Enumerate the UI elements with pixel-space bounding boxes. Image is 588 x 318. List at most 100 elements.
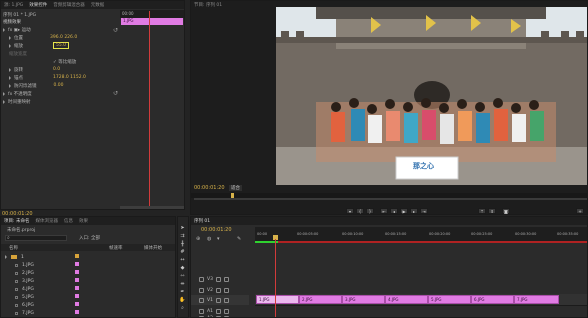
column-name[interactable]: 名称 (9, 245, 18, 251)
mark-in-button[interactable]: ▾ (346, 208, 354, 214)
project-search-input[interactable] (5, 235, 67, 241)
razor-tool-icon[interactable]: ◆ (179, 265, 186, 271)
list-item[interactable]: 4.JPG (15, 285, 34, 293)
tab-effects[interactable]: 效果 (79, 218, 88, 224)
track-header-a2[interactable]: A2 (191, 313, 249, 317)
effect-row-anchor[interactable]: 锚点 1728.0 1152.0 (9, 74, 86, 81)
timeline-clip[interactable]: 2.JPG (299, 295, 342, 304)
effect-row-time-remap[interactable]: 时间重映射 (3, 98, 31, 105)
expand-triangle-icon[interactable] (9, 75, 11, 80)
toggle-output-icon[interactable] (215, 276, 221, 282)
step-back-button[interactable]: ◂ (390, 208, 398, 214)
label-color-swatch[interactable] (75, 286, 79, 290)
extract-button[interactable]: ⇞ (488, 208, 496, 214)
timeline-clip[interactable]: 5.JPG (428, 295, 471, 304)
tab-project[interactable]: 项目: 未命名 (4, 218, 29, 224)
lock-icon[interactable] (199, 287, 204, 293)
track-header-v3[interactable]: V3 (191, 274, 249, 284)
reset-icon[interactable]: ↺ (113, 90, 118, 97)
play-button[interactable]: ▶ (400, 208, 408, 214)
button-editor[interactable]: + (576, 208, 584, 214)
go-to-in-button[interactable]: ⇤ (380, 208, 388, 214)
reset-icon[interactable]: ↺ (113, 27, 118, 34)
export-frame-button[interactable]: ◙ (502, 208, 510, 214)
mark-out-button[interactable]: { (356, 208, 364, 214)
track-select-tool-icon[interactable]: ⇉ (179, 233, 186, 239)
label-color-swatch[interactable] (75, 310, 79, 314)
ripple-edit-tool-icon[interactable]: ╫ (179, 241, 186, 247)
project-bin[interactable]: 1 (5, 253, 24, 261)
list-item[interactable]: 6.JPG (15, 301, 34, 309)
list-item[interactable]: 7.JPG (15, 309, 34, 317)
effect-row-position[interactable]: 位置 396.0 226.0 (9, 34, 77, 41)
slip-tool-icon[interactable]: ⇿ (179, 273, 186, 279)
add-marker-icon[interactable]: ▾ (217, 236, 220, 242)
expand-triangle-icon[interactable] (9, 35, 11, 40)
linked-selection-icon[interactable]: ◍ (207, 236, 211, 242)
label-color-swatch[interactable] (75, 302, 79, 306)
slide-tool-icon[interactable]: ⇹ (179, 281, 186, 287)
effect-mini-ruler[interactable]: 00:00 (120, 10, 184, 18)
track-header-v1[interactable]: V1 (191, 295, 249, 305)
zoom-tool-icon[interactable]: ⌕ (179, 305, 186, 311)
mark-out-button-2[interactable]: } (366, 208, 374, 214)
timeline-clip[interactable]: 6.JPG (471, 295, 514, 304)
label-color-swatch[interactable] (75, 254, 79, 258)
tab-info[interactable]: 信息 (64, 218, 73, 224)
effect-row-uniform-scale[interactable]: ✓ 等比缩放 (53, 58, 76, 65)
eye-icon[interactable] (223, 297, 229, 303)
timeline-timecode[interactable]: 00:00:01:20 (201, 227, 232, 233)
rolling-edit-tool-icon[interactable]: # (179, 249, 186, 255)
effect-row-rotation[interactable]: 旋转 0.0 (9, 66, 60, 73)
snap-icon[interactable]: ⊕ (196, 236, 200, 242)
effect-row-opacity[interactable]: fx 不透明度 (3, 90, 32, 97)
expand-triangle-icon[interactable] (3, 99, 5, 104)
lock-icon[interactable] (199, 276, 204, 282)
expand-triangle-icon[interactable] (9, 83, 11, 88)
rate-stretch-tool-icon[interactable]: ↔ (179, 257, 186, 263)
list-item[interactable]: 5.JPG (15, 293, 34, 301)
tab-audio-mixer[interactable]: 音频剪辑混合器 (53, 2, 85, 8)
effect-mini-clip[interactable]: 1.JPG (121, 18, 183, 25)
program-fit-select[interactable]: 适合 (229, 185, 242, 191)
label-color-swatch[interactable] (75, 278, 79, 282)
effect-row-motion[interactable]: fx ▣▸ 运动 (3, 26, 31, 33)
tab-media-browser[interactable]: 媒体浏览器 (35, 218, 58, 224)
project-in-filter[interactable]: 入口: 全部 (79, 235, 100, 241)
selection-tool-icon[interactable]: ➤ (179, 225, 186, 231)
program-tab[interactable]: 节目: 序列 01 (194, 2, 222, 8)
timeline-playhead[interactable] (275, 239, 276, 317)
column-frame-rate[interactable]: 帧速率 (109, 245, 123, 251)
lift-button[interactable]: ⇡ (478, 208, 486, 214)
column-media-start[interactable]: 媒体开始 (144, 245, 162, 251)
hand-tool-icon[interactable]: ✋ (179, 297, 186, 303)
effect-row-scale[interactable]: 缩放 55.0 (9, 42, 70, 49)
track-header-v2[interactable]: V2 (191, 285, 249, 295)
label-color-swatch[interactable] (75, 294, 79, 298)
timeline-clip[interactable]: 7.JPG (514, 295, 559, 304)
eye-icon[interactable] (223, 276, 229, 282)
timeline-clip[interactable]: 1.JPG (256, 295, 299, 304)
toggle-output-icon[interactable] (215, 287, 221, 293)
expand-triangle-icon[interactable] (9, 43, 11, 48)
label-color-swatch[interactable] (75, 262, 79, 266)
expand-triangle-icon[interactable] (3, 27, 5, 32)
scale-value[interactable]: 55.0 (53, 42, 70, 49)
timeline-clip[interactable]: 4.JPG (385, 295, 428, 304)
effect-scrollbar[interactable] (120, 206, 184, 209)
program-progress-bar[interactable] (194, 198, 587, 200)
timeline-clip[interactable]: 3.JPG (342, 295, 385, 304)
effect-playhead[interactable] (149, 11, 150, 207)
label-color-swatch[interactable] (75, 270, 79, 274)
tab-source[interactable]: 源: 1.JPG (4, 2, 23, 8)
go-to-out-button[interactable]: ⇥ (420, 208, 428, 214)
pen-tool-icon[interactable]: ✒ (179, 289, 186, 295)
list-item[interactable]: 1.JPG (15, 261, 34, 269)
expand-triangle-icon[interactable] (5, 255, 7, 259)
timeline-ruler[interactable]: 00:00 00:00:05:00 00:00:10:00 00:00:15:0… (255, 227, 587, 241)
toggle-output-icon[interactable] (215, 297, 221, 303)
program-timecode[interactable]: 00:00:01:20 (194, 185, 225, 191)
wrench-icon[interactable]: ✎ (237, 236, 241, 242)
expand-triangle-icon[interactable] (3, 91, 5, 96)
position-value[interactable]: 396.0 226.0 (50, 35, 77, 40)
